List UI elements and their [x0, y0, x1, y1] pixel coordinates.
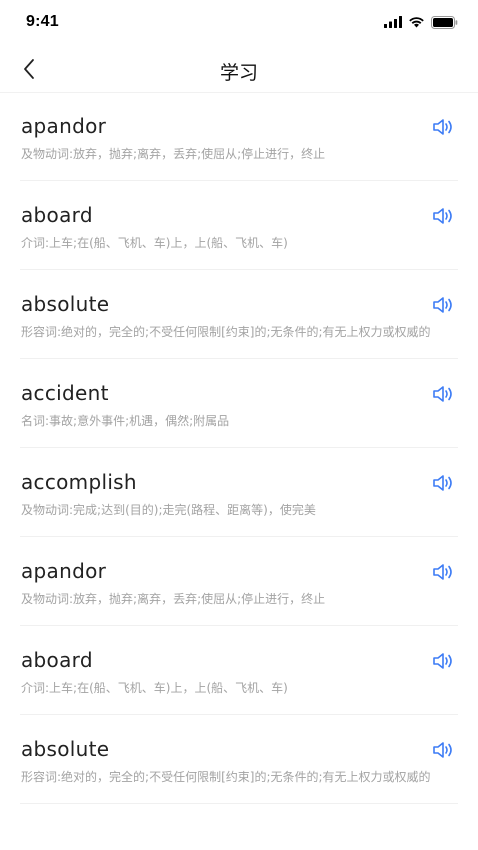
word-list-item[interactable]: apandor 及物动词:放弃，抛弃;离弃，丢弃;使屈从;停止进行，终止	[20, 92, 458, 181]
word-list: apandor 及物动词:放弃，抛弃;离弃，丢弃;使屈从;停止进行，终止 abo…	[0, 92, 478, 804]
speaker-icon[interactable]	[432, 385, 456, 403]
wifi-icon	[409, 17, 424, 28]
word-definition: 介词:上车;在(船、飞机、车)上，上(船、飞机、车)	[21, 681, 288, 695]
word-definition: 介词:上车;在(船、飞机、车)上，上(船、飞机、车)	[21, 236, 288, 250]
status-icons	[384, 14, 458, 30]
word-text: aboard	[21, 203, 93, 227]
word-list-item[interactable]: apandor 及物动词:放弃，抛弃;离弃，丢弃;使屈从;停止进行，终止	[20, 537, 458, 626]
word-list-item[interactable]: absolute 形容词:绝对的，完全的;不受任何限制[约束]的;无条件的;有无…	[20, 715, 458, 804]
nav-bar: 学习	[0, 46, 478, 93]
word-list-item[interactable]: absolute 形容词:绝对的，完全的;不受任何限制[约束]的;无条件的;有无…	[20, 270, 458, 359]
word-list-item[interactable]: aboard 介词:上车;在(船、飞机、车)上，上(船、飞机、车)	[20, 181, 458, 270]
word-definition: 及物动词:放弃，抛弃;离弃，丢弃;使屈从;停止进行，终止	[21, 592, 326, 606]
word-text: apandor	[21, 114, 107, 138]
status-time: 9:41	[26, 13, 59, 30]
speaker-icon[interactable]	[432, 296, 456, 314]
word-text: apandor	[21, 559, 107, 583]
speaker-icon[interactable]	[432, 741, 456, 759]
page-title: 学习	[219, 62, 258, 84]
word-definition: 及物动词:放弃，抛弃;离弃，丢弃;使屈从;停止进行，终止	[21, 147, 326, 161]
word-text: absolute	[21, 737, 110, 761]
word-text: aboard	[21, 648, 93, 672]
battery-icon	[431, 15, 458, 29]
word-text: absolute	[21, 292, 110, 316]
speaker-icon[interactable]	[432, 563, 456, 581]
speaker-icon[interactable]	[432, 652, 456, 670]
word-list-item[interactable]: accident 名词:事故;意外事件;机遇，偶然;附属品	[20, 359, 458, 448]
cellular-signal-icon	[384, 16, 402, 28]
word-definition: 名词:事故;意外事件;机遇，偶然;附属品	[21, 414, 230, 428]
word-list-item[interactable]: accomplish 及物动词:完成;达到(目的);走完(路程、距离等)，使完美	[20, 448, 458, 537]
status-bar: 9:41	[0, 0, 478, 46]
speaker-icon[interactable]	[432, 118, 456, 136]
word-definition: 形容词:绝对的，完全的;不受任何限制[约束]的;无条件的;有无上权力或权威的	[21, 325, 431, 339]
word-text: accomplish	[21, 470, 137, 494]
speaker-icon[interactable]	[432, 474, 456, 492]
word-list-item[interactable]: aboard 介词:上车;在(船、飞机、车)上，上(船、飞机、车)	[20, 626, 458, 715]
word-definition: 形容词:绝对的，完全的;不受任何限制[约束]的;无条件的;有无上权力或权威的	[21, 770, 431, 784]
speaker-icon[interactable]	[432, 207, 456, 225]
word-definition: 及物动词:完成;达到(目的);走完(路程、距离等)，使完美	[21, 503, 316, 517]
word-text: accident	[21, 381, 109, 405]
